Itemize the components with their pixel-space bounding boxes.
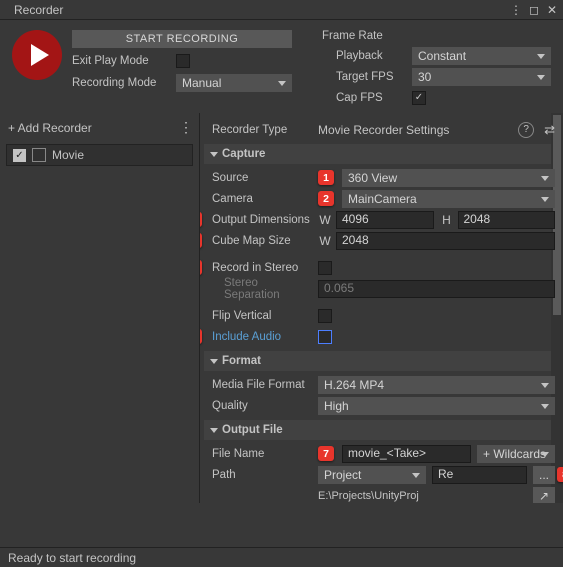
flip-vertical-checkbox[interactable] <box>318 309 332 323</box>
path-root-dropdown[interactable]: Project <box>318 466 426 484</box>
media-format-label: Media File Format <box>204 379 312 391</box>
chevron-down-icon <box>210 359 218 364</box>
include-audio-checkbox[interactable] <box>318 330 332 344</box>
file-name-field[interactable]: movie_<Take> <box>342 445 471 463</box>
marker-4: 4 <box>200 233 202 248</box>
exit-play-mode-checkbox[interactable] <box>176 54 190 68</box>
vdots-icon[interactable]: ⋮ <box>509 3 523 17</box>
help-icon[interactable]: ? <box>518 122 534 138</box>
add-recorder-button[interactable]: + Add Recorder <box>8 121 92 135</box>
open-folder-button[interactable]: ↗ <box>533 487 555 504</box>
chevron-down-icon <box>210 428 218 433</box>
path-label: Path <box>204 469 312 481</box>
playback-label: Playback <box>322 50 406 62</box>
frame-rate-heading: Frame Rate <box>322 30 551 42</box>
quality-dropdown[interactable]: High <box>318 397 555 415</box>
browse-button[interactable]: ... <box>533 466 555 484</box>
maximize-icon[interactable]: ◻ <box>527 3 541 17</box>
recording-mode-label: Recording Mode <box>72 77 170 89</box>
media-format-dropdown[interactable]: H.264 MP4 <box>318 376 555 394</box>
window-tab[interactable]: Recorder <box>4 1 73 19</box>
marker-6: 6 <box>200 329 202 344</box>
marker-1: 1 <box>318 170 334 185</box>
stereo-sep-label: Stereo Separation <box>204 277 312 301</box>
stereo-sep-field: 0.065 <box>318 280 555 298</box>
camera-dropdown[interactable]: MainCamera <box>342 190 555 208</box>
record-stereo-label: Record in Stereo <box>204 262 312 274</box>
dim-h-label: H <box>440 213 454 227</box>
camera-label: Camera <box>204 193 312 205</box>
properties-panel: Recorder Type Movie Recorder Settings ? … <box>200 113 563 503</box>
format-section-header[interactable]: Format <box>204 351 555 371</box>
titlebar: Recorder ⋮ ◻ ✕ <box>0 0 563 20</box>
marker-8: 8 <box>557 467 563 482</box>
height-field[interactable]: 2048 <box>458 211 556 229</box>
cube-width-field[interactable]: 2048 <box>336 232 555 250</box>
target-fps-dropdown[interactable]: 30 <box>412 68 551 86</box>
recorder-item-checkbox[interactable]: ✓ <box>13 149 26 162</box>
cube-map-label: Cube Map Size <box>204 235 312 247</box>
file-name-label: File Name <box>204 448 312 460</box>
record-stereo-checkbox[interactable] <box>318 261 332 275</box>
target-fps-label: Target FPS <box>322 71 406 83</box>
quality-label: Quality <box>204 400 312 412</box>
window-controls: ⋮ ◻ ✕ <box>509 3 559 17</box>
source-dropdown[interactable]: 360 View <box>342 169 555 187</box>
chevron-down-icon <box>210 152 218 157</box>
recorder-type-value: Movie Recorder Settings <box>318 123 506 137</box>
marker-3: 3 <box>200 212 202 227</box>
dim-w-label: W <box>318 213 332 227</box>
statusbar: Ready to start recording <box>0 547 563 567</box>
path-preview: E:\Projects\UnityProj <box>318 490 527 502</box>
recorder-list-panel: + Add Recorder ⋮ ✓ Movie <box>0 113 200 503</box>
source-label: Source <box>204 172 312 184</box>
cube-w-label: W <box>318 234 332 248</box>
width-field[interactable]: 4096 <box>336 211 434 229</box>
record-icon[interactable] <box>12 30 62 80</box>
exit-play-mode-label: Exit Play Mode <box>72 55 170 67</box>
preset-icon[interactable]: ⇄ <box>544 122 555 138</box>
status-text: Ready to start recording <box>8 551 136 565</box>
output-dimensions-label: Output Dimensions <box>204 214 312 226</box>
include-audio-label: Include Audio <box>204 331 312 343</box>
recorder-type-label: Recorder Type <box>204 124 312 136</box>
flip-vertical-label: Flip Vertical <box>204 310 312 322</box>
recorder-list-item[interactable]: ✓ Movie <box>6 144 193 166</box>
path-sub-field[interactable]: Re <box>432 466 527 484</box>
marker-5: 5 <box>200 260 202 275</box>
recording-mode-dropdown[interactable]: Manual <box>176 74 292 92</box>
capture-section-header[interactable]: Capture <box>204 144 555 164</box>
marker-7: 7 <box>318 446 334 461</box>
close-icon[interactable]: ✕ <box>545 3 559 17</box>
start-recording-button[interactable]: START RECORDING <box>72 30 292 48</box>
output-file-section-header[interactable]: Output File <box>204 420 555 440</box>
cap-fps-checkbox[interactable] <box>412 91 426 105</box>
recorder-menu-icon[interactable]: ⋮ <box>179 119 191 136</box>
marker-2: 2 <box>318 191 334 206</box>
cap-fps-label: Cap FPS <box>322 92 406 104</box>
header: START RECORDING Exit Play Mode Recording… <box>0 20 563 113</box>
playback-dropdown[interactable]: Constant <box>412 47 551 65</box>
movie-icon <box>32 148 46 162</box>
recorder-item-label: Movie <box>52 148 84 162</box>
main-split: + Add Recorder ⋮ ✓ Movie Recorder Type M… <box>0 113 563 503</box>
wildcards-dropdown[interactable]: + Wildcards <box>477 445 555 463</box>
